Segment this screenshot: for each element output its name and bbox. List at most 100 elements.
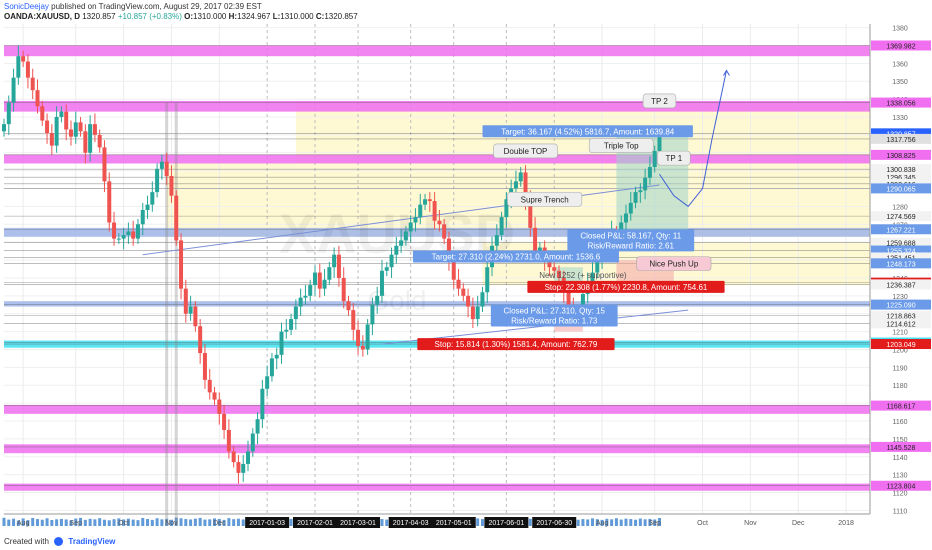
candle-body (155, 168, 160, 193)
candle-body (485, 267, 490, 293)
price-level-tag: 1236.387 (871, 279, 931, 290)
candle-body (513, 181, 518, 189)
trade-label: Target: 36.167 (4.52%) 5816.7, Amount: 1… (482, 125, 693, 138)
candle-body (322, 279, 327, 289)
time-tick-label: Oct (697, 520, 708, 527)
volume-bar (629, 519, 633, 526)
candle-body (40, 106, 45, 121)
trade-label-text: Stop: 15.814 (1.30%) 1581.4, Amount: 762… (435, 340, 598, 349)
volume-bar (93, 519, 97, 526)
volume-bar (35, 519, 39, 526)
annotation: TP 2 (642, 93, 677, 109)
candle-body (432, 201, 437, 221)
price-tick-label: 1280 (892, 204, 908, 211)
annotation: TP 1 (657, 150, 691, 166)
price-level-tag: 1267.221 (871, 224, 931, 235)
volume-bar (107, 520, 111, 526)
candle-body (351, 310, 356, 330)
time-tick-label: 2017-01-03 (249, 520, 285, 527)
volume-bar (203, 519, 207, 526)
price-tick-label: 1110 (893, 508, 908, 515)
trade-label-text: Target: 36.167 (4.52%) 5816.7, Amount: 1… (501, 127, 675, 136)
price-level-tag: 1369.982 (871, 40, 931, 51)
price-zone (4, 483, 870, 491)
candle-body (150, 192, 155, 205)
time-tick-label: 2017-05-01 (436, 520, 472, 527)
volume-bar (155, 518, 159, 526)
price-level-tag: 1225.090 (871, 299, 931, 310)
volume-bar (241, 519, 245, 526)
volume-bar (189, 519, 193, 526)
time-tick-label: 2017-03-01 (340, 520, 376, 527)
candle-body (246, 451, 251, 464)
volume-bar (227, 518, 231, 526)
trade-label: Target: 27.310 (2.24%) 2731.0, Amount: 1… (412, 250, 619, 263)
candle-body (16, 56, 21, 78)
candle-body (265, 376, 270, 389)
candle-body (6, 102, 11, 125)
candle-body (83, 131, 88, 153)
candle-body (423, 199, 428, 205)
time-tick: 2017-01-03 (245, 517, 290, 528)
candle-body (437, 220, 442, 225)
price-tick-label: 1160 (892, 419, 907, 426)
candle-body (389, 254, 394, 268)
trade-label-text: Risk/Reward Ratio: 1.73 (511, 316, 598, 325)
volume-bar (55, 519, 59, 526)
candle-body (2, 124, 6, 132)
candle-body (217, 399, 222, 414)
annotation: New 1252 (+ supportive) (539, 271, 627, 280)
candle-body (30, 77, 35, 91)
created-with-text: Created with (4, 537, 49, 546)
candle-body (293, 306, 298, 320)
candle-body (97, 134, 102, 148)
candle-body (21, 56, 26, 62)
price-level-tag: 1338.056 (871, 97, 931, 108)
candle-body (188, 306, 193, 314)
candle-body (647, 167, 652, 178)
tradingview-logo-icon (54, 537, 64, 547)
candle-body (327, 267, 332, 280)
trade-label: Stop: 15.814 (1.30%) 1581.4, Amount: 762… (417, 338, 615, 351)
candle-body (341, 277, 346, 302)
tradingview-brand[interactable]: TradingView (68, 537, 115, 546)
time-tick: Sep (648, 520, 661, 527)
candle-body (236, 462, 241, 473)
time-tick-label: Sep (648, 520, 661, 527)
price-level-label: 1145.528 (887, 445, 916, 452)
price-level-tag: 1308.825 (871, 149, 931, 160)
trade-label: Closed P&L: 27.310, Qty: 15Risk/Reward R… (490, 304, 618, 327)
candle-body (207, 379, 212, 393)
candle-body (260, 388, 265, 420)
time-tick-label: Dec (213, 520, 226, 527)
candle-body (241, 463, 246, 473)
candle-body (289, 319, 294, 330)
price-chart[interactable]: XAUUSDGoldDouble TOPSupre TrenchTriple T… (0, 0, 932, 532)
candle-body (183, 288, 188, 314)
price-zone (4, 404, 870, 414)
time-tick-label: 2017-04-03 (393, 520, 429, 527)
volume-bar (98, 518, 102, 526)
trade-label-text: Risk/Reward Ratio: 2.61 (588, 241, 675, 250)
volume-bar (634, 519, 638, 526)
time-tick-label: 2017-02-01 (297, 520, 333, 527)
candle-body (35, 90, 40, 107)
candle-body (116, 238, 121, 240)
price-level-tag: 1123.804 (871, 480, 931, 491)
candle-body (112, 222, 117, 239)
candle-body (332, 254, 337, 268)
price-level-label: 1203.049 (886, 342, 915, 349)
time-tick-label: Aug (596, 520, 609, 527)
candle (365, 319, 370, 355)
volume-bar (141, 518, 145, 526)
candle-body (456, 279, 461, 289)
volume-bar (385, 519, 389, 526)
candle-body (408, 222, 413, 232)
volume-bar (638, 518, 642, 526)
candle-body (226, 429, 231, 452)
candle-body (480, 292, 485, 307)
candle-body (68, 129, 73, 137)
candle-body (418, 204, 423, 218)
time-tick: 2017-04-03 (388, 517, 433, 528)
candle-body (169, 176, 174, 196)
